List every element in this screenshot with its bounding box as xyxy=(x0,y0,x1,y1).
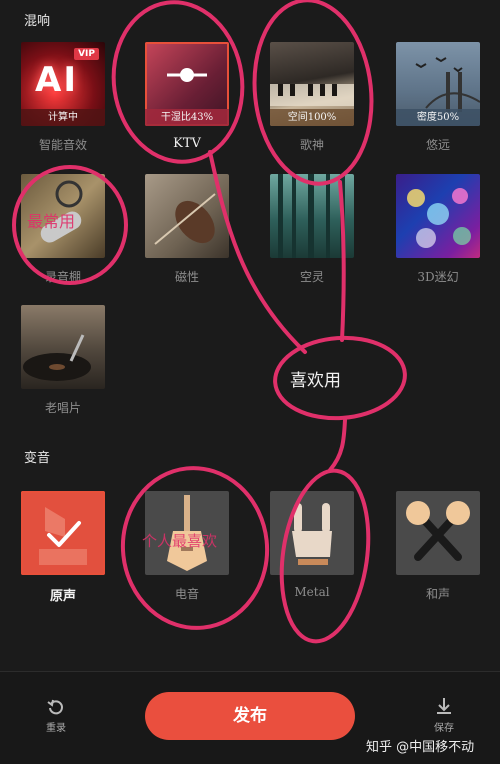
reverb-section-title: 混响 xyxy=(24,14,51,29)
vip-badge: VIP xyxy=(74,48,99,60)
two-mics-thumbnail xyxy=(396,491,480,575)
rock-hand-thumbnail xyxy=(270,491,354,575)
forest-thumbnail xyxy=(270,174,354,258)
violin-icon xyxy=(154,193,216,245)
checkmark-icon xyxy=(39,507,87,565)
save-button[interactable]: 保存 xyxy=(426,696,462,734)
effect-label: 智能音效 xyxy=(38,138,87,152)
record-player-thumbnail xyxy=(21,305,105,389)
vinyl-record-icon xyxy=(23,334,91,381)
handwritten-personal-pref: 个人最喜欢 xyxy=(142,532,218,550)
ktv-thumbnail: 干湿比43% xyxy=(145,42,229,126)
smart-sound-thumbnail: AI VIP 计算中 xyxy=(21,42,105,126)
voice-change-section-title: 变音 xyxy=(24,451,51,466)
effect-song-god[interactable]: 空间100% 歌神 xyxy=(270,42,354,153)
violin-thumbnail xyxy=(145,174,229,258)
bokeh-thumbnail xyxy=(396,174,480,258)
effect-label: 录音棚 xyxy=(44,270,81,284)
effect-label: 悠远 xyxy=(425,138,450,152)
piano-thumbnail: 空间100% xyxy=(270,42,354,126)
gramophone-thumbnail xyxy=(21,491,105,575)
effect-magnetic[interactable]: 磁性 xyxy=(145,174,229,285)
refresh-icon xyxy=(47,699,63,715)
handwritten-favorite: 喜欢用 xyxy=(290,371,341,391)
save-label: 保存 xyxy=(434,723,454,734)
effect-ethereal[interactable]: 空灵 xyxy=(270,174,354,285)
download-icon xyxy=(437,698,451,714)
handwritten-most-used: 最常用 xyxy=(27,212,76,231)
bridge-thumbnail: 密度50% xyxy=(396,42,480,126)
publish-button[interactable]: 发布 xyxy=(145,692,355,740)
bokeh-lights-icon xyxy=(407,188,471,248)
effect-label: 磁性 xyxy=(174,270,199,284)
voice-label: 和声 xyxy=(425,587,450,601)
effect-old-record[interactable]: 老唱片 xyxy=(21,305,105,416)
voice-harmony[interactable]: 和声 xyxy=(396,491,480,602)
effect-overlay-text: 密度50% xyxy=(396,109,480,126)
effect-label: 3D迷幻 xyxy=(417,270,459,284)
effect-overlay-text: 干湿比43% xyxy=(145,109,229,126)
effect-smart-sound[interactable]: AI VIP 计算中 智能音效 xyxy=(21,42,105,153)
voice-metal[interactable]: Metal xyxy=(270,491,354,599)
trees-icon xyxy=(278,174,345,258)
effect-label: 老唱片 xyxy=(44,401,81,415)
rock-hand-icon xyxy=(292,503,332,565)
reset-button[interactable]: 重录 xyxy=(38,696,74,734)
effect-distant[interactable]: 密度50% 悠远 xyxy=(396,42,480,153)
voice-label: Metal xyxy=(294,585,330,599)
effect-overlay-text: 计算中 xyxy=(21,109,105,126)
voice-label: 电音 xyxy=(174,587,199,601)
voice-label: 原声 xyxy=(49,589,76,604)
effect-label: 歌神 xyxy=(299,138,324,152)
effect-3d-psychedelic[interactable]: 3D迷幻 xyxy=(396,174,480,285)
effect-overlay-text: 空间100% xyxy=(270,109,354,126)
crossed-microphones-icon xyxy=(406,501,470,561)
effect-label: 空灵 xyxy=(299,270,324,284)
effect-ktv[interactable]: 干湿比43% KTV xyxy=(145,42,229,151)
watermark: 知乎 @中国移不动 xyxy=(366,740,475,755)
voice-original[interactable]: 原声 xyxy=(21,491,105,604)
reset-label: 重录 xyxy=(46,723,66,734)
ai-logo-icon: AI xyxy=(35,60,78,100)
effect-label: KTV xyxy=(173,136,201,151)
